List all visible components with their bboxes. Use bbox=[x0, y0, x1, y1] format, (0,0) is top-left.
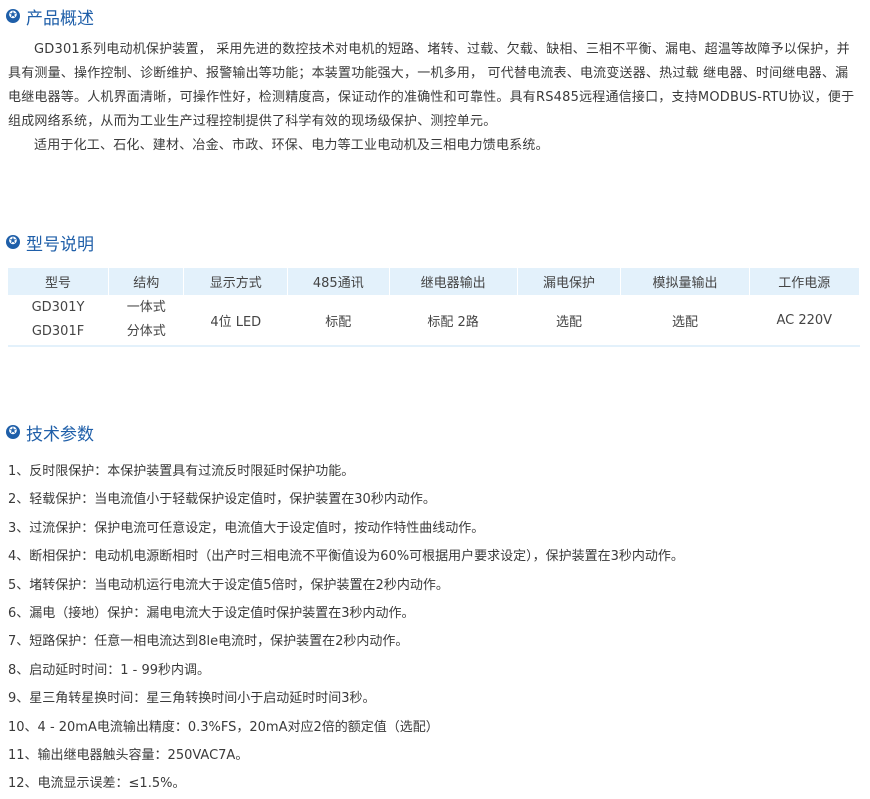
list-item: 3、过流保护：保护电流可任意设定，电流值大于设定值时，按动作特性曲线动作。 bbox=[8, 520, 485, 536]
overview-text: GD301系列电动机保护装置， 采用先进的数控技术对电机的短路、堵转、过载、欠载… bbox=[8, 38, 860, 158]
header-model: 型号 bbox=[8, 268, 110, 295]
section-title-overview: ✪ 产品概述 bbox=[6, 4, 94, 29]
analog-cell: 选配 bbox=[620, 295, 750, 347]
section-title-text: 产品概述 bbox=[26, 8, 94, 29]
list-item: 11、输出继电器触头容量：250VAC7A。 bbox=[8, 747, 249, 763]
header-leakage: 漏电保护 bbox=[517, 268, 622, 295]
header-structure: 结构 bbox=[108, 268, 185, 295]
section-title-text: 技术参数 bbox=[26, 424, 94, 445]
header-analog: 模拟量输出 bbox=[620, 268, 750, 295]
section-title-params: ✪ 技术参数 bbox=[6, 420, 94, 445]
section-title-model: ✪ 型号说明 bbox=[6, 230, 94, 255]
list-item: 10、4 - 20mA电流输出精度：0.3%FS，20mA对应2倍的额定值（选配… bbox=[8, 719, 439, 735]
list-item: 2、轻载保护：当电流值小于轻载保护设定值时，保护装置在30秒内动作。 bbox=[8, 492, 436, 508]
power-cell: AC 220V bbox=[749, 295, 861, 347]
structure-cell: 一体式 分体式 bbox=[108, 295, 185, 347]
params-list: 1、反时限保护：本保护装置具有过流反时限延时保护功能。 2、轻载保护：当电流值小… bbox=[8, 458, 860, 799]
list-item: 12、电流显示误差：≤1.5%。 bbox=[8, 776, 186, 792]
list-item: 4、断相保护：电动机电源断相时（出产时三相电流不平衡值设为60%可根据用户要求设… bbox=[8, 549, 684, 565]
display-cell: 4位 LED bbox=[183, 295, 289, 347]
header-rs485: 485通讯 bbox=[287, 268, 390, 295]
rs485-cell: 标配 bbox=[287, 295, 390, 347]
header-power: 工作电源 bbox=[749, 268, 861, 295]
model-cell: GD301Y GD301F bbox=[8, 295, 110, 347]
model-table: 型号 结构 显示方式 485通讯 继电器输出 漏电保护 模拟量输出 工作电源 G… bbox=[8, 268, 861, 347]
model-f: GD301F bbox=[31, 324, 85, 339]
list-item: 6、漏电（接地）保护：漏电电流大于设定值时保护装置在3秒内动作。 bbox=[8, 605, 415, 621]
header-relay: 继电器输出 bbox=[389, 268, 518, 295]
model-y: GD301Y bbox=[31, 300, 85, 315]
table-header-row: 型号 结构 显示方式 485通讯 继电器输出 漏电保护 模拟量输出 工作电源 bbox=[8, 268, 861, 295]
list-item: 1、反时限保护：本保护装置具有过流反时限延时保护功能。 bbox=[8, 464, 355, 479]
star-icon: ✪ bbox=[6, 235, 20, 249]
star-icon: ✪ bbox=[6, 9, 20, 23]
relay-cell: 标配 2路 bbox=[389, 295, 518, 347]
overview-paragraph-1: GD301系列电动机保护装置， 采用先进的数控技术对电机的短路、堵转、过载、欠载… bbox=[8, 42, 855, 129]
list-item: 8、启动延时时间：1 - 99秒内调。 bbox=[8, 662, 211, 678]
structure-split: 分体式 bbox=[126, 324, 166, 339]
overview-paragraph-2: 适用于化工、石化、建材、冶金、市政、环保、电力等工业电动机及三相电力馈电系统。 bbox=[34, 138, 549, 153]
list-item: 7、短路保护：任意一相电流达到8le电流时，保护装置在2秒内动作。 bbox=[8, 634, 409, 650]
leakage-cell: 选配 bbox=[517, 295, 622, 347]
section-title-text: 型号说明 bbox=[26, 234, 94, 255]
header-display: 显示方式 bbox=[183, 268, 289, 295]
list-item: 9、星三角转星换时间：星三角转换时间小于启动延时时间3秒。 bbox=[8, 691, 376, 707]
table-row: GD301Y GD301F 一体式 分体式 4位 LED 标配 标配 2路 选配… bbox=[8, 295, 861, 347]
structure-integrated: 一体式 bbox=[126, 300, 166, 315]
star-icon: ✪ bbox=[6, 425, 20, 439]
list-item: 5、堵转保护：当电动机运行电流大于设定值5倍时，保护装置在2秒内动作。 bbox=[8, 577, 449, 593]
